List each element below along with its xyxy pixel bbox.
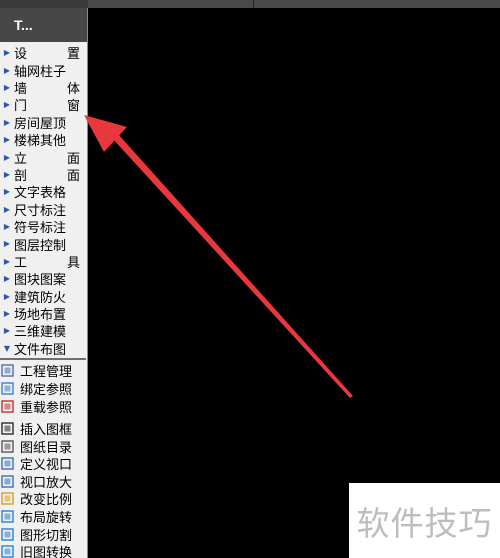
menu-item-label: 剖面 [14, 168, 80, 184]
tool-item-label: 绑定参照 [20, 382, 73, 398]
collapsed-triangle-icon: ▶ [3, 222, 11, 232]
expanded-triangle-icon: ▼ [3, 343, 11, 353]
menu-item[interactable]: ▶ 墙体 [0, 79, 86, 97]
collapsed-triangle-icon: ▶ [3, 65, 11, 75]
panel-title[interactable]: T... [0, 8, 87, 42]
tool-item[interactable]: 工程管理 [0, 362, 86, 380]
collapsed-triangle-icon: ▶ [3, 135, 11, 145]
menu-item-label: 设置 [14, 47, 80, 63]
collapsed-triangle-icon: ▶ [3, 239, 11, 249]
menu-item-label: 场地布置 [14, 308, 67, 324]
menu-item[interactable]: ▶ 工具 [0, 253, 86, 271]
menu-item-label: 工具 [14, 255, 80, 271]
tool-item[interactable]: 布局旋转 [0, 508, 86, 526]
graphic-cut-icon [1, 527, 14, 541]
menu-item-label: 尺寸标注 [14, 203, 67, 219]
menu-item[interactable]: ▶ 门窗 [0, 96, 86, 115]
collapsed-triangle-icon: ▶ [3, 48, 11, 58]
tool-item-label: 图形切割 [20, 528, 73, 544]
tool-panel: T... ▶ 设置 ▶ 轴网柱子 ▶ 墙体 ▶ 门窗 ▶ 房间屋顶 ▶ 楼梯其他 ▶ 立面 ▶ 剖面 ▶ 文字表格… [0, 8, 88, 558]
collapsed-triangle-icon: ▶ [3, 100, 11, 110]
collapsed-triangle-icon: ▶ [3, 169, 11, 179]
collapsed-triangle-icon: ▶ [3, 204, 11, 214]
top-tab-1[interactable] [88, 0, 254, 8]
menu-item-label: 墙体 [14, 81, 80, 97]
collapsed-triangle-icon: ▶ [3, 256, 11, 266]
tool-item-label: 重载参照 [20, 400, 73, 416]
collapsed-triangle-icon: ▶ [3, 326, 11, 336]
menu-item[interactable]: ▶ 建筑防火 [0, 287, 86, 306]
menu-item[interactable]: ▶ 图块图案 [0, 270, 86, 289]
tool-item-label: 定义视口 [20, 458, 73, 474]
collapsed-triangle-icon: ▶ [3, 291, 11, 301]
tool-item-label: 视口放大 [20, 475, 73, 491]
tool-item-label: 插入图框 [20, 423, 73, 439]
tool-item[interactable]: 图纸目录 [0, 437, 86, 456]
collapsed-triangle-icon: ▶ [3, 82, 11, 92]
menu-item[interactable]: ▶ 房间屋顶 [0, 114, 86, 132]
menu-item[interactable]: ▼ 文件布图 [0, 340, 86, 358]
tool-item[interactable]: 插入图框 [0, 420, 86, 438]
collapsed-triangle-icon: ▶ [3, 187, 11, 197]
menu-item-label: 房间屋顶 [14, 116, 67, 132]
tool-item[interactable]: 绑定参照 [0, 380, 86, 398]
menu-item-label: 图层控制 [14, 238, 67, 254]
layout-rotate-icon [1, 510, 14, 523]
annotation-arrow-head [84, 115, 127, 152]
menu-item-label: 图块图案 [14, 273, 67, 289]
tool-item[interactable]: 旧图转换 [0, 543, 86, 558]
collapsed-triangle-icon: ▶ [3, 152, 11, 162]
menu-list: ▶ 设置 ▶ 轴网柱子 ▶ 墙体 ▶ 门窗 ▶ 房间屋顶 ▶ 楼梯其他 ▶ 立面 ▶ 剖面 ▶ 文字表格 ▶ 尺寸标注… [0, 44, 86, 558]
tool-item[interactable]: 图形切割 [0, 525, 86, 544]
project-manage-icon [1, 364, 14, 378]
menu-item-label: 三维建模 [14, 325, 67, 341]
menu-item-label: 文字表格 [14, 186, 67, 202]
menu-item[interactable]: ▶ 场地布置 [0, 305, 86, 324]
change-scale-icon [1, 492, 14, 506]
menu-item[interactable]: ▶ 剖面 [0, 166, 86, 184]
collapsed-triangle-icon: ▶ [3, 309, 11, 319]
tool-item[interactable]: 定义视口 [0, 455, 86, 473]
menu-item[interactable]: ▶ 尺寸标注 [0, 201, 86, 219]
menu-item[interactable]: ▶ 三维建模 [0, 322, 86, 341]
tool-item[interactable]: 改变比例 [0, 490, 86, 508]
viewport-zoom-icon [1, 475, 14, 488]
bind-xref-icon [1, 382, 14, 395]
tool-item-label: 旧图转换 [20, 546, 73, 558]
annotation-arrow-shaft [112, 134, 353, 398]
menu-item-label: 楼梯其他 [14, 134, 67, 150]
menu-item-label: 门窗 [14, 99, 80, 115]
menu-item[interactable]: ▶ 轴网柱子 [0, 61, 86, 80]
tool-item-label: 图纸目录 [20, 440, 73, 456]
menu-item-label: 建筑防火 [14, 290, 67, 306]
watermark: 软件技巧 [349, 483, 500, 558]
tool-item-label: 改变比例 [20, 493, 73, 509]
reload-xref-icon [1, 399, 14, 413]
menu-item[interactable]: ▶ 楼梯其他 [0, 131, 86, 150]
menu-item[interactable]: ▶ 立面 [0, 148, 86, 167]
top-tab-2[interactable] [254, 0, 500, 8]
top-tab-strip [0, 0, 500, 8]
collapsed-triangle-icon: ▶ [3, 117, 11, 127]
tool-item-label: 工程管理 [20, 365, 73, 381]
collapsed-triangle-icon: ▶ [3, 274, 11, 284]
menu-item-label: 立面 [14, 151, 80, 167]
tool-item[interactable]: 重载参照 [0, 397, 86, 416]
menu-item[interactable]: ▶ 文字表格 [0, 183, 86, 202]
menu-item[interactable]: ▶ 设置 [0, 44, 86, 63]
insert-frame-icon [1, 422, 14, 435]
drawing-catalog-icon [1, 440, 14, 453]
menu-item[interactable]: ▶ 图层控制 [0, 235, 86, 254]
old-drawing-convert-icon [1, 545, 14, 558]
menu-item-label: 轴网柱子 [14, 64, 67, 80]
menu-item-label: 文件布图 [14, 342, 67, 358]
tool-item-label: 布局旋转 [20, 511, 73, 527]
menu-divider [0, 358, 86, 361]
menu-item-label: 符号标注 [14, 221, 67, 237]
tool-item[interactable]: 视口放大 [0, 473, 86, 491]
menu-item[interactable]: ▶ 符号标注 [0, 218, 86, 237]
define-viewport-icon [1, 457, 14, 470]
